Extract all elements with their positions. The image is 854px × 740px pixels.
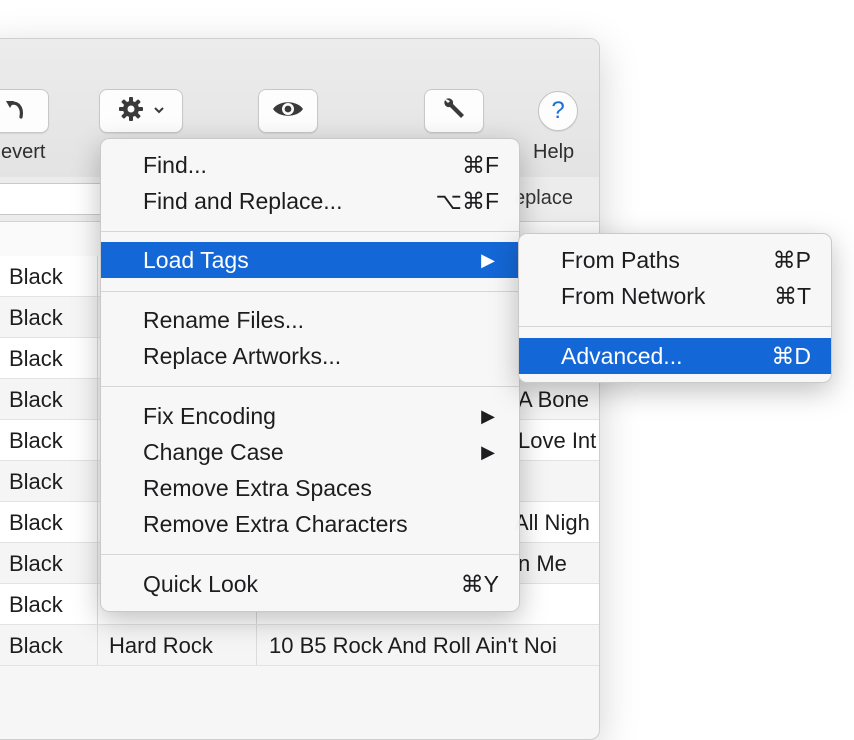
table-cell: Black (9, 346, 63, 371)
column-divider (97, 338, 98, 378)
quick-look-button[interactable] (258, 89, 318, 133)
column-divider (97, 297, 98, 337)
table-cell: Black (9, 551, 63, 576)
chevron-down-icon (153, 102, 165, 120)
table-cell: All Nigh (514, 510, 590, 535)
menu-item-label: Rename Files... (143, 306, 305, 333)
menu-item-find[interactable]: Find... ⌘F (101, 147, 519, 183)
menu-item-load-tags[interactable]: Load Tags ▶ (101, 242, 519, 278)
table-cell: Black (9, 387, 63, 412)
table-cell: A Bone (518, 387, 589, 412)
menu-item-label: Change Case (143, 438, 284, 465)
menu-separator (101, 386, 519, 387)
menu-item-label: Find... (143, 151, 207, 178)
table-cell: Love Int (518, 428, 597, 453)
menu-separator (101, 291, 519, 292)
wrench-icon (440, 95, 468, 128)
revert-label: evert (1, 141, 46, 163)
menu-item-label: Replace Artworks... (143, 342, 342, 369)
menu-item-shortcut: ⌥⌘F (435, 187, 499, 214)
menu-item-shortcut: ⌘T (773, 282, 811, 309)
column-divider (256, 625, 257, 665)
table-cell: Hard Rock (109, 633, 213, 658)
eye-icon (271, 97, 305, 126)
submenu-item-from-paths[interactable]: From Paths ⌘P (519, 242, 831, 278)
menu-item-find-and-replace[interactable]: Find and Replace... ⌥⌘F (101, 183, 519, 219)
menu-item-shortcut: ⌘F (461, 151, 499, 178)
menu-item-label: Load Tags (143, 246, 249, 273)
undo-icon (1, 95, 29, 128)
menu-item-shortcut: ⌘Y (460, 570, 499, 597)
tools-button[interactable] (424, 89, 484, 133)
table-cell: Black (9, 592, 63, 617)
menu-item-remove-extra-spaces[interactable]: Remove Extra Spaces (101, 470, 519, 506)
search-field[interactable] (0, 183, 108, 215)
table-cell: 10 B5 Rock And Roll Ain't Noi (269, 633, 557, 658)
column-divider (97, 379, 98, 419)
table-cell: Black (9, 264, 63, 289)
gear-icon (117, 95, 145, 128)
menu-item-rename-files[interactable]: Rename Files... (101, 302, 519, 338)
menu-item-label: From Network (561, 282, 706, 309)
submenu-item-from-network[interactable]: From Network ⌘T (519, 278, 831, 314)
column-divider (97, 256, 98, 296)
table-cell: Black (9, 305, 63, 330)
actions-menu: Find... ⌘F Find and Replace... ⌥⌘F Load … (100, 138, 520, 612)
menu-separator (101, 231, 519, 232)
menu-item-shortcut: ⌘D (771, 342, 811, 369)
menu-item-fix-encoding[interactable]: Fix Encoding ▶ (101, 398, 519, 434)
menu-item-change-case[interactable]: Change Case ▶ (101, 434, 519, 470)
column-divider (97, 584, 98, 624)
menu-item-label: Quick Look (143, 570, 259, 597)
submenu-item-advanced[interactable]: Advanced... ⌘D (519, 338, 831, 374)
menu-item-replace-artworks[interactable]: Replace Artworks... (101, 338, 519, 374)
column-divider (97, 420, 98, 460)
table-cell: Black (9, 510, 63, 535)
table-cell: Black (9, 633, 63, 658)
menu-separator (519, 326, 831, 327)
table-cell: Black (9, 469, 63, 494)
column-divider (97, 625, 98, 665)
menu-item-label: Fix Encoding (143, 402, 276, 429)
menu-item-quick-look[interactable]: Quick Look ⌘Y (101, 566, 519, 602)
menu-separator (101, 554, 519, 555)
table-row[interactable]: Black Hard Rock 10 B5 Rock And Roll Ain'… (0, 625, 599, 666)
menu-item-remove-extra-characters[interactable]: Remove Extra Characters (101, 506, 519, 542)
submenu-arrow-icon: ▶ (481, 405, 495, 426)
menu-item-label: From Paths (561, 246, 680, 273)
load-tags-submenu: From Paths ⌘P From Network ⌘T Advanced..… (518, 233, 832, 383)
help-icon: ? (551, 97, 565, 124)
column-divider (97, 502, 98, 542)
column-divider (97, 461, 98, 501)
actions-button[interactable] (99, 89, 183, 133)
help-button[interactable]: ? (538, 91, 578, 131)
revert-button[interactable] (0, 89, 49, 133)
submenu-arrow-icon: ▶ (481, 441, 495, 462)
menu-item-label: Remove Extra Spaces (143, 474, 372, 501)
submenu-arrow-icon: ▶ (481, 249, 495, 270)
replace-label: eplace (514, 187, 573, 209)
help-label: Help (533, 141, 575, 163)
menu-item-shortcut: ⌘P (772, 246, 811, 273)
menu-item-label: Remove Extra Characters (143, 510, 408, 537)
menu-item-label: Find and Replace... (143, 187, 343, 214)
table-cell: Black (9, 428, 63, 453)
table-cell: n Me (518, 551, 567, 576)
column-divider (97, 543, 98, 583)
menu-item-label: Advanced... (561, 342, 683, 369)
